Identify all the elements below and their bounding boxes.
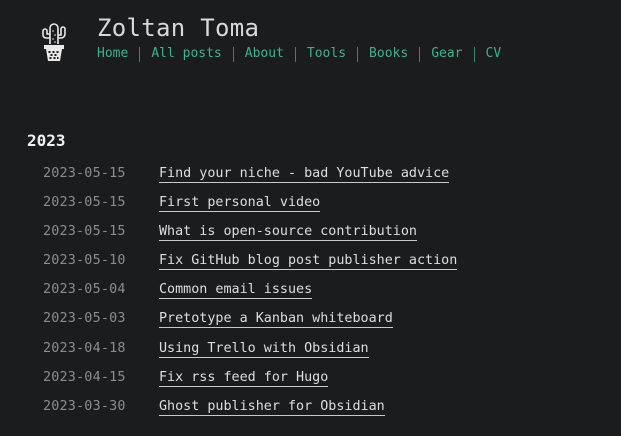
post-title-link[interactable]: Using Trello with Obsidian	[159, 341, 369, 358]
post-list-item: 2023-05-10 Fix GitHub blog post publishe…	[43, 253, 458, 282]
post-title-link[interactable]: Find your niche - bad YouTube advice	[159, 166, 450, 183]
nav-home[interactable]: Home	[97, 45, 128, 63]
nav-divider	[139, 46, 141, 62]
post-title-link[interactable]: Ghost publisher for Obsidian	[159, 399, 385, 416]
post-list: 2023-05-15 Find your niche - bad YouTube…	[43, 166, 458, 428]
post-date: 2023-05-10	[43, 253, 126, 269]
post-list-item: 2023-05-04 Common email issues	[43, 282, 457, 311]
post-list-item: 2023-05-15 What is open-source contribut…	[43, 224, 457, 253]
nav-divider	[357, 46, 359, 62]
post-list-item: 2023-04-15 Fix rss feed for Hugo	[43, 370, 457, 399]
nav-cv[interactable]: CV	[486, 45, 502, 63]
nav-divider	[473, 46, 475, 62]
nav-gear[interactable]: Gear	[431, 45, 462, 63]
post-list-item: 2023-05-03 Pretotype a Kanban whiteboard	[43, 311, 457, 340]
site-header: Zoltan Toma Home All posts About Tools B…	[0, 0, 621, 80]
post-date: 2023-04-18	[43, 340, 126, 356]
post-date: 2023-05-03	[43, 311, 126, 327]
nav-tools[interactable]: Tools	[307, 45, 346, 63]
nav-all-posts[interactable]: All posts	[151, 45, 221, 63]
nav-divider	[294, 46, 296, 62]
post-title-link[interactable]: What is open-source contribution	[159, 224, 417, 242]
main-nav: Home All posts About Tools Books Gear CV	[97, 45, 501, 63]
post-title-link[interactable]: First personal video	[159, 195, 321, 213]
site-title[interactable]: Zoltan Toma	[97, 14, 259, 42]
post-date: 2023-05-15	[43, 166, 126, 181]
nav-books[interactable]: Books	[369, 45, 408, 63]
nav-about[interactable]: About	[245, 45, 284, 63]
post-list-item: 2023-03-30 Ghost publisher for Obsidian	[43, 399, 457, 428]
post-date: 2023-03-30	[43, 398, 126, 414]
cactus-logo-icon[interactable]	[36, 18, 68, 64]
post-title-link[interactable]: Common email issues	[159, 282, 313, 300]
post-title-link[interactable]: Fix GitHub blog post publisher action	[159, 253, 458, 271]
post-list-item: 2023-05-15 Find your niche - bad YouTube…	[43, 166, 457, 195]
post-list-item: 2023-05-15 First personal video	[43, 195, 457, 224]
post-date: 2023-05-04	[43, 282, 126, 298]
post-title-link[interactable]: Pretotype a Kanban whiteboard	[159, 311, 393, 329]
post-title-link[interactable]: Fix rss feed for Hugo	[159, 370, 329, 387]
post-date: 2023-05-15	[43, 195, 126, 211]
post-date: 2023-04-15	[43, 369, 126, 385]
post-date: 2023-05-15	[43, 224, 126, 240]
post-list-item: 2023-04-18 Using Trello with Obsidian	[43, 341, 457, 370]
nav-divider	[419, 46, 421, 62]
nav-divider	[232, 46, 234, 62]
archive-year-heading: 2023	[27, 131, 66, 150]
